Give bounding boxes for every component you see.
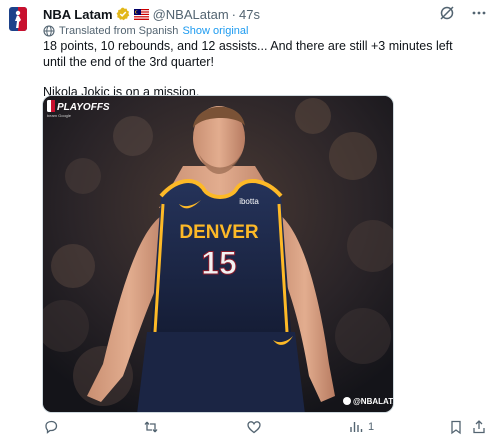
translation-note: Translated from Spanish Show original	[43, 25, 248, 37]
tweet-top-actions	[438, 4, 488, 22]
globe-icon	[43, 25, 55, 37]
share-icon	[473, 420, 485, 434]
show-original-link[interactable]: Show original	[182, 25, 248, 37]
author-handle[interactable]: @NBALatam	[153, 7, 229, 22]
heart-icon	[247, 421, 261, 434]
watermark-text: @NBALATAM	[353, 397, 394, 406]
jersey-number-text: 15	[201, 245, 237, 281]
more-options-icon[interactable]	[470, 4, 488, 22]
playoffs-title: PLAYOFFS	[57, 102, 110, 113]
tweet: NBA Latam @NBALatam · 47s Translated fro…	[0, 0, 500, 440]
header-separator: ·	[231, 6, 236, 22]
views-chart-icon	[350, 422, 363, 432]
jersey-team-text: DENVER	[179, 222, 258, 243]
repost-button[interactable]	[143, 419, 159, 435]
translated-from-label: Translated from Spanish	[59, 25, 179, 37]
tweet-header: NBA Latam @NBALatam · 47s	[43, 5, 260, 23]
share-button[interactable]	[471, 419, 487, 435]
author-name[interactable]: NBA Latam	[43, 7, 113, 22]
malaysia-flag-icon	[133, 8, 149, 20]
like-button[interactable]	[246, 419, 262, 435]
avatar-nba-logo-icon[interactable]	[8, 6, 28, 32]
bookmark-icon	[451, 420, 461, 435]
reply-icon	[45, 420, 58, 434]
timestamp[interactable]: 47s	[239, 7, 260, 22]
gold-verified-badge-icon	[116, 7, 130, 21]
tweet-text-line: until the end of the 3rd quarter!	[43, 54, 214, 69]
bookmark-button[interactable]	[448, 419, 464, 435]
tweet-text-line: 18 points, 10 rebounds, and 12 assists..…	[43, 39, 453, 53]
tweet-media-image[interactable]: DENVER 15 ibotta PLAYOFFS beam Google @N…	[42, 95, 394, 413]
views-button[interactable]: 1	[348, 419, 374, 435]
jersey-sponsor-text: ibotta	[239, 197, 259, 206]
reply-button[interactable]	[43, 419, 59, 435]
playoffs-sub: beam Google	[47, 113, 72, 118]
views-count: 1	[368, 421, 375, 433]
repost-icon	[144, 421, 158, 433]
tweet-text: 18 points, 10 rebounds, and 12 assists..…	[43, 39, 483, 101]
grok-icon[interactable]	[438, 4, 456, 22]
tweet-action-bar: 1	[43, 418, 485, 436]
